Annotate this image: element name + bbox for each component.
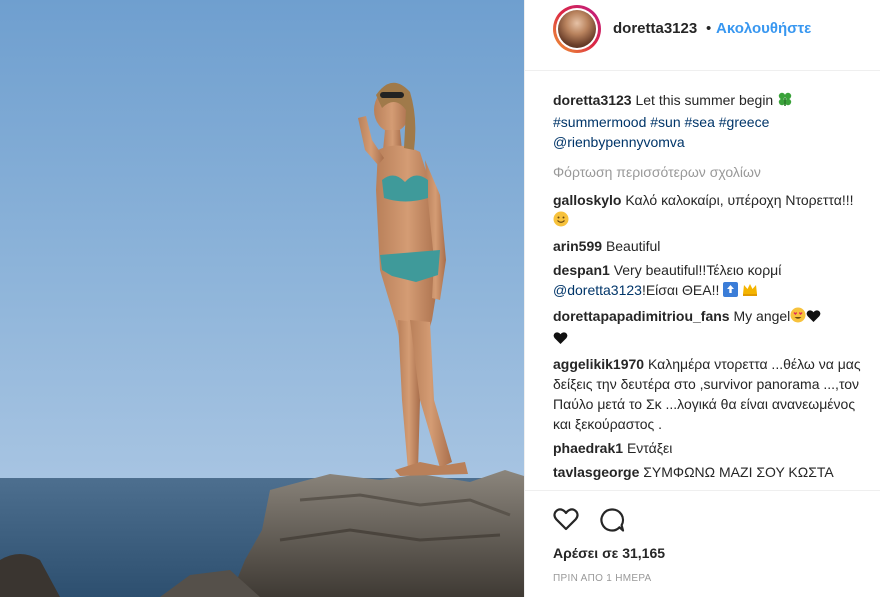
comment-item: tavlasgeorge ΣΥΜΦΩΝΩ ΜΑΖΙ ΣΟΥ ΚΩΣΤΑ — [553, 462, 863, 482]
comment-username[interactable]: tavlasgeorge — [553, 464, 639, 480]
instagram-post: doretta3123 • Ακολουθήστε doretta3123 Le… — [0, 0, 880, 597]
hashtag-summermood[interactable]: #summermood — [553, 114, 646, 130]
smiling-face-icon — [553, 211, 569, 232]
comment-username[interactable]: aggelikik1970 — [553, 356, 644, 372]
comment-text: Beautiful — [605, 238, 661, 254]
comment-username[interactable]: despan1 — [553, 262, 610, 278]
comment-username[interactable]: arin599 — [553, 238, 602, 254]
comment-item: aggelikik1970 Καλημέρα ντορεττα ...θέλω … — [553, 354, 863, 434]
hashtag-greece[interactable]: #greece — [719, 114, 770, 130]
comment-text: ΣΥΜΦΩΝΩ ΜΑΖΙ ΣΟΥ ΚΩΣΤΑ — [643, 464, 834, 480]
post-timestamp: ΠΡΙΝ ΑΠΟ 1 ΗΜΕΡΑ — [553, 573, 652, 584]
black-heart-icon — [806, 308, 821, 328]
comment-text: Καλό καλοκαίρι, υπέροχη Ντορεττα!!! — [625, 192, 854, 208]
four-leaf-clover-icon — [777, 91, 793, 112]
hashtag-sea[interactable]: #sea — [685, 114, 715, 130]
comment-username[interactable]: phaedrak1 — [553, 440, 623, 456]
black-heart-icon — [553, 330, 568, 350]
comment-text: My angel — [733, 308, 791, 324]
heart-outline-icon[interactable] — [553, 507, 579, 536]
comment-text: Very beautiful!!Τέλειο κορμί — [613, 262, 782, 278]
hashtag-sun[interactable]: #sun — [650, 114, 680, 130]
top-arrow-icon — [723, 282, 739, 302]
avatar-ring-inner — [556, 8, 598, 50]
comment-username[interactable]: dorettapapadimitriou_fans — [553, 308, 730, 324]
caption-username[interactable]: doretta3123 — [553, 92, 632, 108]
heart-eyes-icon — [790, 307, 806, 328]
comment-item: phaedrak1 Εντάξει — [553, 438, 863, 458]
post-actions: Αρέσει σε 31,165 ΠΡΙΝ ΑΠΟ 1 ΗΜΕΡΑ — [525, 490, 880, 584]
comment-item: despan1 Very beautiful!!Τέλειο κορμί @do… — [553, 260, 863, 302]
avatar[interactable] — [553, 5, 601, 53]
post-side-panel: doretta3123 • Ακολουθήστε doretta3123 Le… — [524, 0, 880, 597]
comment-bubble-icon[interactable] — [599, 507, 625, 538]
comment-list: doretta3123 Let this summer begin #summe… — [553, 90, 863, 486]
comment-item: galloskylo Καλό καλοκαίρι, υπέροχη Ντορε… — [553, 190, 863, 232]
photo-scene — [0, 0, 524, 597]
load-more-comments[interactable]: Φόρτωση περισσότερων σχολίων — [553, 162, 863, 182]
comment-text: Εντάξει — [626, 440, 673, 456]
crown-icon — [742, 282, 758, 302]
like-count[interactable]: Αρέσει σε 31,165 — [553, 545, 665, 561]
header-separator: • — [706, 20, 712, 37]
caption-text: Let this summer begin — [635, 92, 774, 108]
post-photo[interactable] — [0, 0, 524, 597]
avatar-photo — [558, 10, 596, 48]
comment-item: arin599 Beautiful — [553, 236, 863, 256]
caption: doretta3123 Let this summer begin #summe… — [553, 90, 863, 152]
comment-item: dorettapapadimitriou_fans My angel — [553, 306, 863, 350]
header-username[interactable]: doretta3123 — [613, 20, 697, 37]
caption-mention[interactable]: @rienbypennyvomva — [553, 134, 685, 150]
comment-text-continued: !Είσαι ΘΕΑ!! — [641, 282, 720, 298]
comment-mention[interactable]: @doretta3123 — [553, 282, 642, 298]
follow-button[interactable]: Ακολουθήστε — [716, 20, 811, 37]
post-header: doretta3123 • Ακολουθήστε — [525, 0, 880, 71]
comment-username[interactable]: galloskylo — [553, 192, 621, 208]
